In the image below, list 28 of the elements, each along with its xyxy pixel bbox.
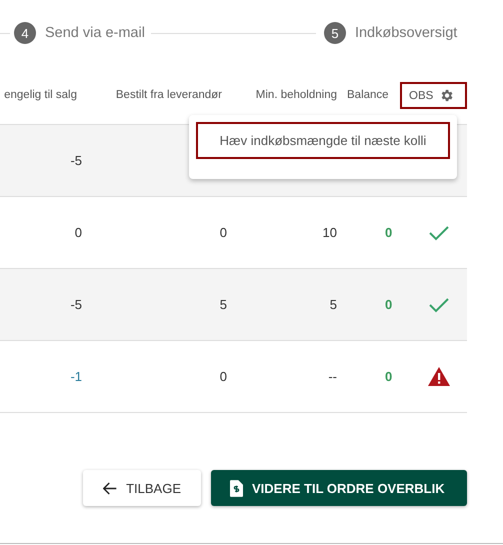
step-number: 5 (324, 22, 346, 44)
column-header: Bestilt fra leverandør (114, 89, 223, 101)
table-cell-text: -5 (69, 153, 83, 168)
table-cell-text: 0 (218, 225, 228, 240)
arrow-left-icon (103, 480, 118, 496)
settings-icon (439, 88, 454, 103)
step-label: Indkøbsoversigt (354, 25, 458, 41)
obs-column-button[interactable]: OBS (400, 82, 467, 109)
menu-item[interactable]: Hæv indkøbsmængde til næste kolli (196, 122, 450, 159)
column-header: engelig til salg (3, 89, 78, 101)
column-header: Min. beholdning (254, 89, 338, 101)
back-button[interactable]: TILBAGE (83, 470, 201, 506)
step-label: Send via e-mail (45, 25, 145, 41)
table-cell-text: 0 (74, 225, 83, 240)
step-number: 4 (14, 22, 36, 44)
table-cell-text: 5 (218, 297, 228, 312)
table-cell-text: 0 (218, 369, 228, 384)
column-header: Balance (346, 89, 390, 101)
table-cell-text: -5 (69, 297, 83, 312)
table-cell-text: -1 (69, 369, 83, 384)
document-icon (230, 480, 243, 496)
table-cell-text: 0 (384, 297, 394, 312)
table-cell-text: 0 (384, 225, 394, 240)
table-cell-text: 5 (328, 297, 338, 312)
table-cell-text: 10 (322, 225, 338, 240)
next-button[interactable]: VIDERE TIL ORDRE OVERBLIK (211, 470, 467, 506)
table-cell-text: -- (327, 369, 338, 384)
table-cell-text: 0 (384, 369, 394, 384)
